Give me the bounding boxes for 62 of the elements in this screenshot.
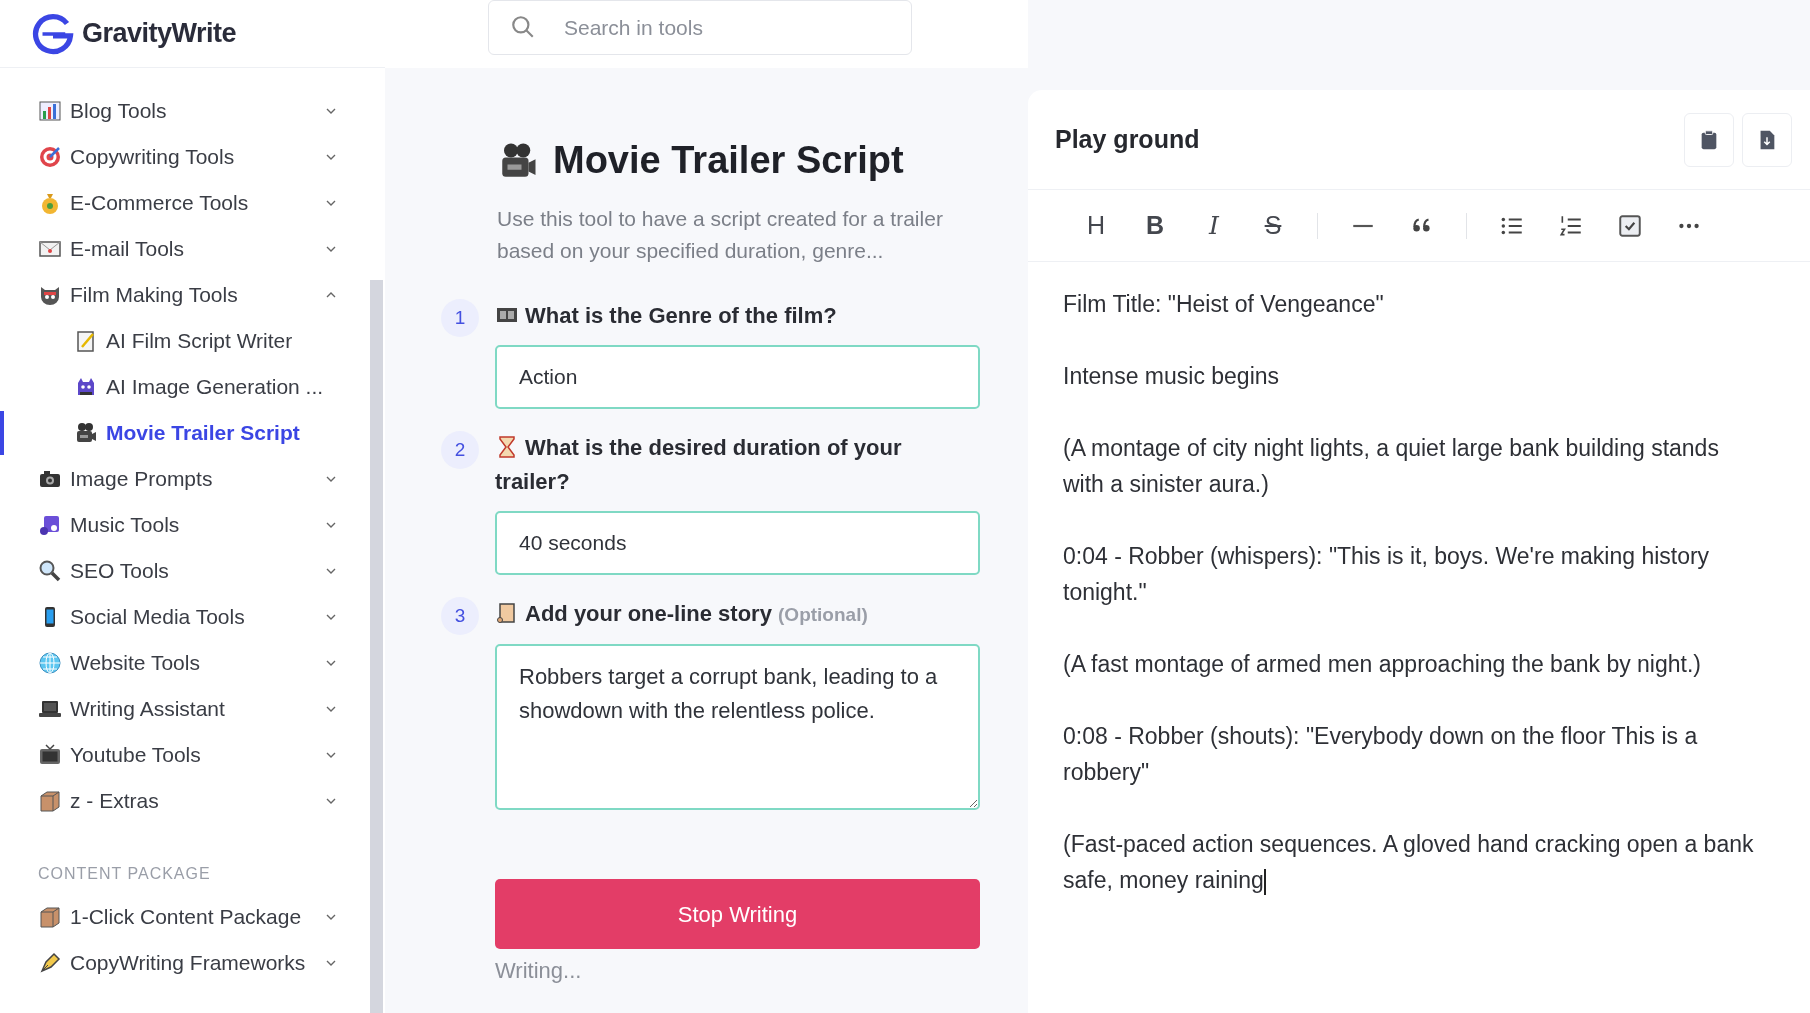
globe-icon	[38, 651, 62, 675]
editor-paragraph: Film Title: "Heist of Vengeance"	[1063, 290, 1385, 319]
checkbox-icon[interactable]	[1617, 212, 1643, 239]
editor-paragraph: 0:04 - Robber (whispers): "This is it, boys. We're making history tonight."	[1063, 542, 1711, 607]
copy-button[interactable]	[1684, 112, 1734, 167]
sidebar-item[interactable]: Writing Assistant	[38, 686, 339, 732]
question-label: What is the Genre of the film?	[495, 299, 980, 333]
editor-paragraph: (A montage of city night lights, a quiet large bank building stands with a sinister aura.)	[1063, 434, 1720, 499]
box-icon	[38, 789, 62, 813]
sidebar-item[interactable]: Copywriting Tools	[38, 134, 339, 180]
answer-field[interactable]: 40 seconds	[495, 511, 980, 575]
answer-field[interactable]: Action	[495, 345, 980, 409]
box-icon	[38, 905, 62, 929]
bold-button[interactable]: B	[1132, 202, 1178, 249]
sidebar-item[interactable]: Image Prompts	[38, 456, 339, 502]
bar-chart-icon	[38, 99, 62, 123]
editor-paragraph: (A fast montage of armed men approaching the bank by night.)	[1063, 650, 1702, 679]
tv-icon	[38, 743, 62, 767]
story-textarea[interactable]: Robbers target a corrupt bank, leading to a showdown with the relentless police.	[495, 644, 980, 810]
question-label: Add your one-line story (Optional)	[495, 597, 980, 632]
music-notes-icon	[38, 513, 62, 537]
sidebar-item[interactable]: Film Making Tools	[38, 272, 339, 318]
search-field[interactable]: Search in tools	[488, 0, 912, 55]
sidebar-item[interactable]: Website Tools	[38, 640, 339, 686]
brand-name: GravityWrite	[82, 17, 237, 51]
movie-camera-icon	[74, 421, 98, 445]
magnifier-icon	[38, 559, 62, 583]
active-indicator	[0, 411, 4, 455]
sidebar-item[interactable]: Social Media Tools	[38, 594, 339, 640]
step-number: 1	[441, 299, 479, 337]
playground-title: Play ground	[1055, 123, 1201, 155]
status-text: Writing...	[495, 957, 583, 985]
question-label: What is the desired duration of your trailer?	[495, 434, 903, 496]
target-icon	[38, 145, 62, 169]
editor-paragraph: Intense music begins	[1063, 362, 1281, 391]
sidebar-item[interactable]: Youtube Tools	[38, 732, 339, 778]
sidebar-item[interactable]: z - Extras	[38, 778, 339, 824]
heading-button[interactable]: H	[1073, 202, 1119, 249]
fountain-pen-icon	[38, 951, 62, 975]
submenu-item[interactable]: AI Film Script Writer	[38, 318, 339, 364]
sidebar-item[interactable]: 1-Click Content Package	[38, 894, 339, 940]
sidebar-item[interactable]: Blog Tools	[38, 88, 339, 134]
sidebar-item[interactable]: E-mail Tools	[38, 226, 339, 272]
editor-paragraph: (Fast-paced action sequences. A gloved hand cracking open a bank safe, money raining	[1063, 830, 1755, 897]
stop-writing-button[interactable]: Stop Writing	[495, 879, 980, 949]
sidebar-item[interactable]: Music Tools	[38, 502, 339, 548]
step-number: 3	[441, 597, 479, 635]
section-heading: CONTENT PACKAGE	[38, 864, 212, 884]
sidebar-item[interactable]: CopyWriting Frameworks	[38, 940, 339, 986]
sidebar-item[interactable]: E-Commerce Tools	[38, 180, 339, 226]
submenu-item[interactable]: AI Image Generation ...	[38, 364, 339, 410]
sidebar-item[interactable]: SEO Tools	[38, 548, 339, 594]
download-button[interactable]	[1742, 112, 1792, 167]
tool-description: Use this tool to have a script created for a trailer based on your specified duration, genre...	[497, 206, 944, 264]
tool-title: Movie Trailer Script	[553, 138, 904, 183]
logo-icon	[32, 12, 74, 55]
text-cursor	[1263, 868, 1266, 895]
step-number: 2	[441, 431, 479, 469]
editor-paragraph: 0:08 - Robber (shouts): "Everybody down on the floor This is a robbery"	[1063, 722, 1699, 787]
strikethrough-button[interactable]: S	[1250, 202, 1296, 249]
italic-button[interactable]: I	[1191, 202, 1237, 249]
submenu-item[interactable]: Movie Trailer Script	[38, 410, 339, 456]
